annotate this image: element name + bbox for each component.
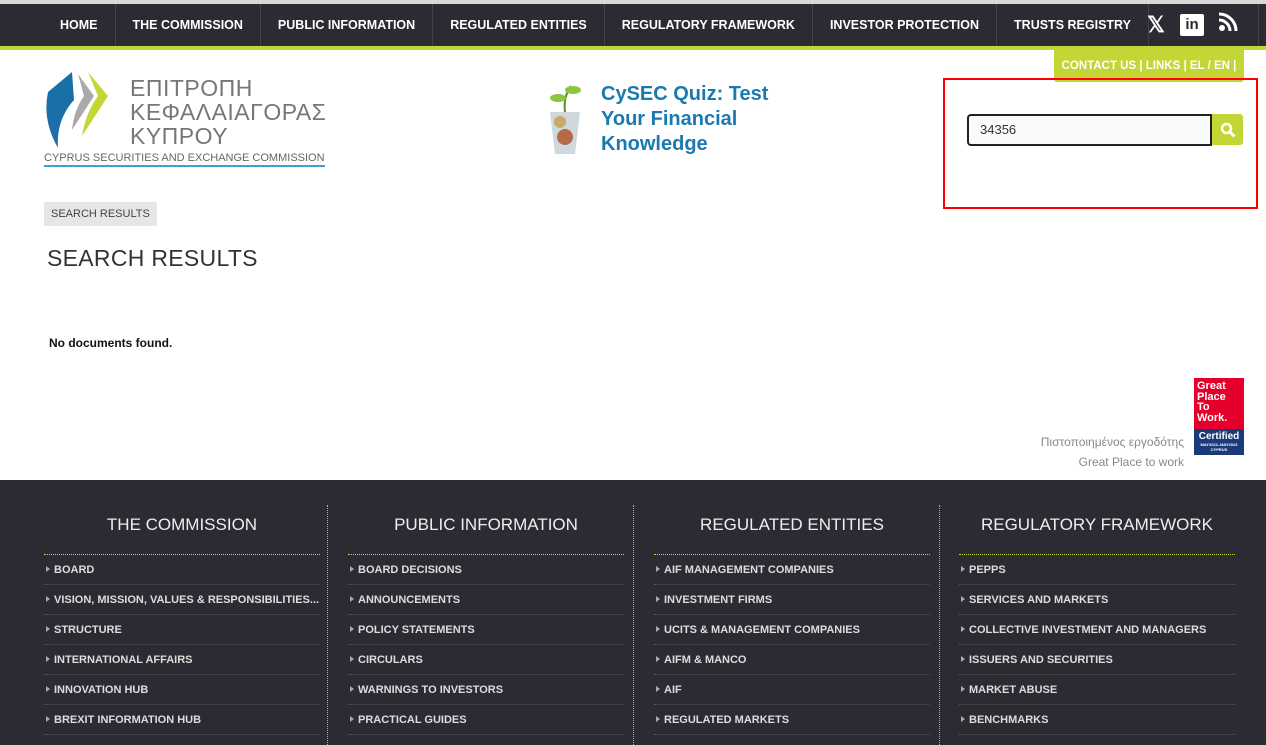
logo-greek-text: ΕΠΙΤΡΟΠΗ ΚΕΦΑΛΑΙΑΓΟΡΑΣ ΚΥΠΡΟΥ bbox=[130, 76, 326, 148]
footer-column-title[interactable]: REGULATORY FRAMEWORK bbox=[959, 480, 1235, 555]
nav-item-the-commission[interactable]: THE COMMISSION bbox=[116, 4, 261, 46]
footer-link[interactable]: BREXIT INFORMATION HUB bbox=[44, 705, 320, 735]
x-icon[interactable]: 𝕏 bbox=[1144, 12, 1168, 38]
footer-link[interactable]: BOARD DECISIONS bbox=[348, 555, 624, 585]
cysec-logo[interactable]: ΕΠΙΤΡΟΠΗ ΚΕΦΑΛΑΙΑΓΟΡΑΣ ΚΥΠΡΟΥ CYPRUS SEC… bbox=[44, 70, 326, 170]
gptw-line: Great Place to work bbox=[1078, 455, 1184, 469]
footer-link[interactable]: INNOVATION HUB bbox=[44, 675, 320, 705]
gptw-line: Πιστοποιημένος εργοδότης bbox=[1040, 435, 1184, 449]
badge-country: CYPRUS bbox=[1210, 447, 1228, 452]
nav-item-public-information[interactable]: PUBLIC INFORMATION bbox=[261, 4, 434, 46]
search-icon bbox=[1220, 122, 1236, 138]
linkedin-icon[interactable]: in bbox=[1180, 14, 1204, 36]
footer-link[interactable]: ANNOUNCEMENTS bbox=[348, 585, 624, 615]
gptw-badge[interactable]: Great Place To Work. Certified MAY2022–M… bbox=[1194, 378, 1244, 463]
gptw-text: Πιστοποιημένος εργοδότης Great Place to … bbox=[1041, 432, 1184, 472]
language-switch[interactable]: EL / EN bbox=[1190, 60, 1230, 72]
footer-link[interactable]: AIF bbox=[654, 675, 930, 705]
footer-link[interactable]: MARKET ABUSE bbox=[959, 675, 1235, 705]
logo-mark-icon bbox=[46, 72, 108, 148]
footer-link[interactable]: AIF MANAGEMENT COMPANIES bbox=[654, 555, 930, 585]
search-button[interactable] bbox=[1212, 114, 1243, 145]
footer: THE COMMISSION BOARD VISION, MISSION, VALU… bbox=[0, 480, 1266, 745]
footer-link[interactable]: WARNINGS TO INVESTORS bbox=[348, 675, 624, 705]
footer-link[interactable]: BOARD bbox=[44, 555, 320, 585]
nav-item-regulatory-framework[interactable]: REGULATORY FRAMEWORK bbox=[605, 4, 813, 46]
logo-line: ΚΥΠΡΟΥ bbox=[130, 123, 229, 149]
contact-us-link[interactable]: CONTACT US bbox=[1062, 60, 1137, 72]
results-message: No documents found. bbox=[49, 336, 173, 350]
footer-link[interactable]: ISSUERS AND SECURITIES bbox=[959, 645, 1235, 675]
separator: | bbox=[1139, 60, 1143, 72]
footer-column: THE COMMISSION BOARD VISION, MISSION, VALU… bbox=[44, 480, 320, 735]
social-links: 𝕏 in bbox=[1144, 12, 1240, 38]
separator: | bbox=[1233, 60, 1237, 72]
nav-item-investor-protection[interactable]: INVESTOR PROTECTION bbox=[813, 4, 998, 46]
rss-icon[interactable] bbox=[1216, 12, 1240, 38]
column-divider bbox=[327, 505, 328, 745]
quiz-banner[interactable]: CySEC Quiz: Test Your Financial Knowledg… bbox=[545, 82, 781, 157]
footer-link[interactable]: COLLECTIVE INVESTMENT AND MANAGERS bbox=[959, 615, 1235, 645]
footer-link[interactable]: INTERNATIONAL AFFAIRS bbox=[44, 645, 320, 675]
quiz-title[interactable]: CySEC Quiz: Test Your Financial Knowledg… bbox=[601, 82, 781, 157]
footer-link[interactable]: UCITS & MANAGEMENT COMPANIES bbox=[654, 615, 930, 645]
badge-certified: Certified bbox=[1198, 431, 1240, 442]
logo-line: ΕΠΙΤΡΟΠΗ bbox=[130, 75, 253, 101]
footer-column-title[interactable]: PUBLIC INFORMATION bbox=[348, 480, 624, 555]
footer-link[interactable]: PRACTICAL GUIDES bbox=[348, 705, 624, 735]
logo-english-text: CYPRUS SECURITIES AND EXCHANGE COMMISSIO… bbox=[44, 152, 325, 167]
footer-link[interactable]: POLICY STATEMENTS bbox=[348, 615, 624, 645]
breadcrumb[interactable]: SEARCH RESULTS bbox=[44, 202, 157, 226]
footer-link[interactable]: AIFM & MANCO bbox=[654, 645, 930, 675]
badge-top-text: Great Place To Work. bbox=[1194, 378, 1244, 429]
search-input[interactable]: 34356 bbox=[967, 114, 1212, 146]
footer-column: REGULATED ENTITIES AIF MANAGEMENT COMPANI… bbox=[654, 480, 930, 735]
footer-column-title[interactable]: THE COMMISSION bbox=[44, 480, 320, 555]
footer-column: PUBLIC INFORMATION BOARD DECISIONS ANNOUNC… bbox=[348, 480, 624, 735]
badge-bottom: Certified MAY2022–MAY2023 CYPRUS bbox=[1194, 429, 1244, 455]
links-link[interactable]: LINKS bbox=[1146, 60, 1181, 72]
footer-link[interactable]: PEPPS bbox=[959, 555, 1235, 585]
footer-link[interactable]: STRUCTURE bbox=[44, 615, 320, 645]
footer-link[interactable]: BENCHMARKS bbox=[959, 705, 1235, 735]
footer-link[interactable]: SERVICES AND MARKETS bbox=[959, 585, 1235, 615]
logo-line: ΚΕΦΑΛΑΙΑΓΟΡΑΣ bbox=[130, 99, 327, 125]
nav-item-home[interactable]: HOME bbox=[44, 4, 116, 46]
footer-link[interactable]: INVESTMENT FIRMS bbox=[654, 585, 930, 615]
page-title: SEARCH RESULTS bbox=[47, 245, 258, 271]
utility-links: CONTACT US | LINKS | EL / EN | bbox=[1054, 50, 1244, 82]
column-divider bbox=[633, 505, 634, 745]
footer-link[interactable]: CIRCULARS bbox=[348, 645, 624, 675]
main-nav: HOME THE COMMISSION PUBLIC INFORMATION REGU… bbox=[0, 4, 1266, 46]
nav-item-trusts-registry[interactable]: TRUSTS REGISTRY bbox=[997, 4, 1149, 46]
footer-column: REGULATORY FRAMEWORK PEPPS SERVICES AND MA… bbox=[959, 480, 1235, 735]
footer-link[interactable]: REGULATED MARKETS bbox=[654, 705, 930, 735]
column-divider bbox=[939, 505, 940, 745]
separator: | bbox=[1183, 60, 1187, 72]
plant-coins-icon bbox=[545, 82, 585, 157]
footer-column-title[interactable]: REGULATED ENTITIES bbox=[654, 480, 930, 555]
nav-item-regulated-entities[interactable]: REGULATED ENTITIES bbox=[433, 4, 605, 46]
footer-link[interactable]: VISION, MISSION, VALUES & RESPONSIBILITI… bbox=[44, 585, 320, 615]
